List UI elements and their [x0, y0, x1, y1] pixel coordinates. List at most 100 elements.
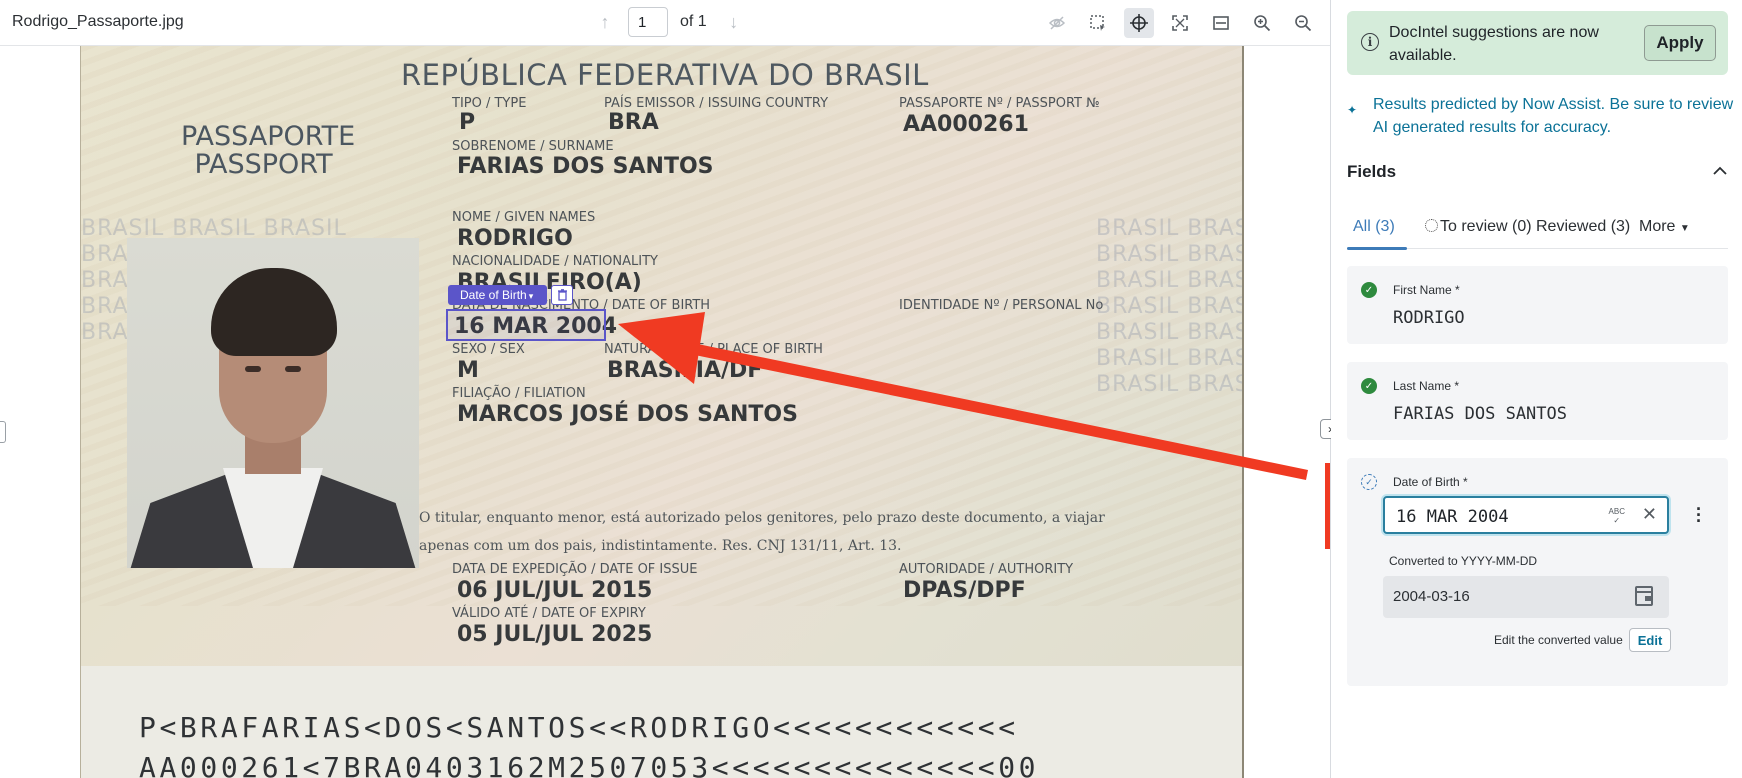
arrow-up-icon[interactable]: ↑: [590, 7, 620, 37]
tab-all[interactable]: All (3): [1353, 218, 1395, 236]
sparkle-icon: ✦: [1347, 103, 1358, 117]
field-label: Last Name *: [1393, 379, 1460, 393]
watermark: BRASIL BRASIL BRASIL: [1096, 346, 1242, 371]
expiry-date-label: VÁLIDO ATÉ / DATE OF EXPIRY: [452, 606, 646, 621]
personal-no-label: IDENTIDADE Nº / PERSONAL No: [899, 298, 1104, 313]
detection-tag[interactable]: Date of Birth ▾: [448, 285, 548, 305]
eye-off-icon[interactable]: [1042, 8, 1072, 38]
watermark: BRASIL BRASIL BRASIL: [1096, 294, 1242, 319]
field-value: RODRIGO: [1393, 308, 1465, 328]
review-check-icon: ✓: [1361, 474, 1377, 490]
type-value: P: [459, 110, 476, 135]
document-viewer[interactable]: BRASIL BRASIL BRASIL BRASIL BRASIL BRASI…: [0, 46, 1330, 778]
authority-value: DPAS/DPF: [903, 578, 1026, 603]
type-label: TIPO / TYPE: [452, 96, 527, 111]
expiry-date-value: 05 JUL/JUL 2025: [457, 622, 653, 647]
caret-down-icon: ▼: [1679, 223, 1690, 234]
holder-photo: [127, 238, 419, 568]
active-tab-indicator: [1347, 247, 1407, 250]
pending-icon: [1425, 219, 1438, 232]
page-number-input[interactable]: [628, 7, 668, 37]
viewer-toolbar: Rodrigo_Passaporte.jpg ↑ of 1 ↓: [0, 0, 1330, 46]
sex-value: M: [457, 358, 479, 383]
watermark: BRASIL BRASIL BRASIL: [1096, 372, 1242, 397]
issue-date-value: 06 JUL/JUL 2015: [457, 578, 653, 603]
ai-disclaimer-text: Results predicted by Now Assist. Be sure…: [1373, 96, 1734, 136]
info-icon: i: [1361, 33, 1379, 51]
authority-label: AUTORIDADE / AUTHORITY: [899, 562, 1074, 577]
passport-word-en: PASSPORT: [194, 149, 333, 180]
place-of-birth-value: BRASÍLIA/DF: [607, 358, 763, 383]
field-card-last-name[interactable]: ✓ Last Name * FARIAS DOS SANTOS: [1347, 362, 1728, 440]
calendar-icon[interactable]: [1635, 586, 1653, 606]
passport-title: REPÚBLICA FEDERATIVA DO BRASIL: [401, 58, 929, 92]
file-name: Rodrigo_Passaporte.jpg: [12, 13, 184, 30]
crosshair-icon[interactable]: [1124, 8, 1154, 38]
issue-date-label: DATA DE EXPEDIÇÃO / DATE OF ISSUE: [452, 562, 698, 577]
banner-message: DocIntel suggestions are now available.: [1389, 24, 1599, 64]
left-panel-handle[interactable]: [0, 421, 6, 443]
date-of-birth-input[interactable]: 16 MAR 2004 ABC ✓ ✕: [1383, 496, 1669, 534]
surname-value: FARIAS DOS SANTOS: [457, 154, 714, 179]
nationality-label: NACIONALIDADE / NATIONALITY: [452, 254, 658, 269]
page-total: of 1: [680, 13, 707, 30]
apply-button[interactable]: Apply: [1644, 25, 1716, 61]
arrow-down-icon[interactable]: ↓: [719, 7, 749, 37]
field-card-date-of-birth[interactable]: ✓ Date of Birth *: [1347, 458, 1728, 686]
mrz-line-1: P<BRAFARIAS<DOS<SANTOS<<RODRIGO<<<<<<<<<…: [139, 711, 1019, 744]
trash-icon[interactable]: [551, 285, 573, 305]
tab-more[interactable]: More ▼: [1639, 218, 1690, 236]
suggestions-banner: i DocIntel suggestions are now available…: [1347, 11, 1728, 75]
fields-heading: Fields: [1347, 162, 1397, 181]
clear-icon[interactable]: ✕: [1642, 504, 1657, 525]
country-value: BRA: [608, 110, 659, 135]
minor-note-line2: apenas com um dos pais, indistintamente.…: [419, 538, 902, 554]
edit-button[interactable]: Edit: [1629, 628, 1671, 652]
field-value: FARIAS DOS SANTOS: [1393, 404, 1567, 424]
fit-width-icon[interactable]: [1206, 8, 1236, 38]
view-tools: [1042, 8, 1318, 38]
passport-no-value: AA000261: [903, 112, 1029, 137]
passport-image: BRASIL BRASIL BRASIL BRASIL BRASIL BRASI…: [80, 46, 1244, 778]
fields-panel: i DocIntel suggestions are now available…: [1331, 0, 1742, 778]
minor-note-line1: O titular, enquanto menor, está autoriza…: [419, 510, 1105, 526]
tab-reviewed[interactable]: Reviewed (3): [1536, 218, 1630, 236]
ai-disclaimer: ✦ Results predicted by Now Assist. Be su…: [1347, 93, 1742, 139]
surname-label: SOBRENOME / SURNAME: [452, 139, 614, 154]
place-of-birth-label: NATURALIDADE / PLACE OF BIRTH: [604, 342, 823, 357]
more-options-icon[interactable]: · · ·: [1696, 500, 1702, 530]
converted-date-field: 2004-03-16: [1383, 576, 1669, 618]
detection-tag-label: Date of Birth: [460, 288, 527, 302]
converted-label: Converted to YYYY-MM-DD: [1389, 554, 1538, 568]
watermark: BRASIL BRASIL BRASIL: [1096, 268, 1242, 293]
field-label: Date of Birth *: [1393, 475, 1468, 489]
zoom-out-icon[interactable]: [1288, 8, 1318, 38]
selection-icon[interactable]: [1083, 8, 1113, 38]
date-of-birth-highlight-box[interactable]: [446, 309, 606, 341]
watermark: BRASIL BRASIL BRASIL: [1096, 242, 1242, 267]
chevron-up-icon[interactable]: [1712, 160, 1728, 181]
field-filter-tabs: All (3) To review (0) Reviewed (3) More …: [1347, 212, 1728, 250]
check-icon: ✓: [1361, 282, 1377, 298]
given-names-label: NOME / GIVEN NAMES: [452, 210, 596, 225]
sex-label: SEXO / SEX: [452, 342, 525, 357]
field-card-first-name[interactable]: ✓ First Name * RODRIGO: [1347, 266, 1728, 344]
tab-to-review[interactable]: To review (0): [1425, 218, 1532, 236]
watermark: BRASIL BRASIL BRASIL: [1096, 320, 1242, 345]
passport-word-pt: PASSAPORTE: [181, 121, 356, 152]
spellcheck-icon[interactable]: ABC ✓: [1609, 507, 1625, 525]
edit-converted-label: Edit the converted value: [1494, 633, 1623, 647]
zoom-in-icon[interactable]: [1247, 8, 1277, 38]
passport-no-label: PASSAPORTE Nº / PASSPORT №: [899, 96, 1100, 111]
filiation-value: MARCOS JOSÉ DOS SANTOS: [457, 402, 798, 427]
field-label: First Name *: [1393, 283, 1460, 297]
converted-value: 2004-03-16: [1393, 588, 1470, 605]
fit-screen-icon[interactable]: [1165, 8, 1195, 38]
mrz-line-2: AA000261<7BRA0403162M2507053<<<<<<<<<<<<…: [139, 751, 1040, 778]
given-names-value: RODRIGO: [457, 226, 573, 251]
check-icon: ✓: [1361, 378, 1377, 394]
pager: ↑ of 1 ↓: [590, 7, 749, 37]
filiation-label: FILIAÇÃO / FILIATION: [452, 386, 586, 401]
chevron-down-icon: ▾: [528, 291, 534, 301]
watermark: BRASIL BRASIL BRASIL: [1096, 216, 1242, 241]
